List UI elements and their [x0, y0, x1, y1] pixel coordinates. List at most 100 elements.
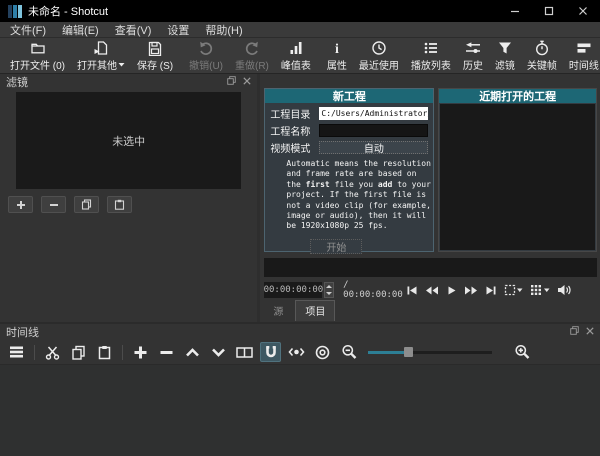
close-panel-icon[interactable] [243, 76, 251, 88]
timecode-spinner[interactable] [324, 282, 334, 298]
start-button[interactable]: 开始 [310, 239, 362, 254]
timeline-menu-button[interactable] [6, 342, 27, 362]
tab-source[interactable]: 源 [264, 301, 292, 321]
add-filter-button[interactable] [8, 196, 33, 213]
properties-button[interactable]: i 属性 [321, 39, 353, 73]
snap-toggle[interactable] [260, 342, 281, 362]
new-project-panel: 新工程 工程目录 C:/Users/Administrator/Videos 工… [264, 88, 434, 252]
ripple-toggle[interactable] [312, 342, 333, 362]
timeline-panel: 时间线 [0, 322, 600, 456]
position-timecode[interactable]: 00:00:00:00 [264, 282, 322, 298]
paste-button[interactable] [94, 342, 115, 362]
skip-to-end-button[interactable] [485, 285, 497, 296]
menubar: 文件(F) 编辑(E) 查看(V) 设置 帮助(H) [0, 22, 600, 38]
new-project-title: 新工程 [265, 89, 433, 103]
close-panel-icon[interactable] [586, 326, 594, 338]
history-icon [465, 40, 481, 56]
append-button[interactable] [130, 342, 151, 362]
filters-button[interactable]: 滤镜 [489, 39, 521, 73]
rewind-button[interactable] [425, 285, 439, 296]
menu-edit[interactable]: 编辑(E) [54, 22, 107, 38]
menu-settings[interactable]: 设置 [159, 22, 197, 38]
open-other-button[interactable]: 打开其他 [71, 39, 131, 73]
filters-empty-state: 未选中 [16, 92, 241, 189]
titlebar: 未命名 - Shotcut [0, 0, 600, 22]
project-name-label: 工程名称 [270, 123, 314, 138]
recent-icon [371, 40, 387, 56]
svg-text:i: i [335, 42, 339, 56]
filters-icon [497, 40, 513, 56]
undo-icon [198, 40, 214, 56]
duration-timecode: 00:00:00:00 [343, 290, 403, 300]
playlist-icon [423, 40, 439, 56]
main-toolbar: 打开文件 (0) 打开其他 保存 (S) 撤销(U) 重做(R) 峰值表 i 属… [0, 38, 600, 74]
float-panel-icon[interactable] [570, 326, 579, 338]
paste-filters-button[interactable] [107, 196, 132, 213]
zoom-out-button[interactable] [338, 342, 359, 362]
keyframes-icon [534, 40, 550, 56]
spin-down-icon[interactable] [325, 290, 333, 297]
minimize-button[interactable] [498, 0, 532, 22]
save-button[interactable]: 保存 (S) [131, 39, 179, 73]
open-other-icon [93, 40, 109, 56]
grid-button[interactable] [530, 284, 550, 296]
project-dir-input[interactable]: C:/Users/Administrator/Videos [319, 107, 428, 120]
float-panel-icon[interactable] [227, 76, 236, 88]
window-title: 未命名 - Shotcut [28, 3, 108, 19]
video-mode-select[interactable]: 自动 [319, 141, 428, 154]
chevron-down-icon [118, 62, 125, 67]
play-button[interactable] [446, 285, 457, 296]
filters-panel-header: 滤镜 [0, 74, 257, 90]
open-file-icon [30, 40, 46, 56]
timeline-tracks-area[interactable] [0, 364, 600, 456]
overwrite-button[interactable] [208, 342, 229, 362]
seek-bar[interactable] [264, 258, 597, 277]
player-area: 新工程 工程目录 C:/Users/Administrator/Videos 工… [260, 74, 600, 322]
menu-file[interactable]: 文件(F) [2, 22, 54, 38]
maximize-button[interactable] [532, 0, 566, 22]
copy-button[interactable] [68, 342, 89, 362]
split-button[interactable] [234, 342, 255, 362]
filters-empty-text: 未选中 [112, 133, 145, 149]
menu-help[interactable]: 帮助(H) [197, 22, 250, 38]
redo-button[interactable]: 重做(R) [229, 39, 275, 73]
fast-forward-button[interactable] [464, 285, 478, 296]
transport-controls: 00:00:00:00 / 00:00:00:00 [264, 280, 597, 300]
timeline-zoom-slider[interactable] [368, 346, 492, 358]
timeline-icon [576, 40, 592, 56]
spin-up-icon[interactable] [325, 283, 333, 290]
properties-icon: i [329, 40, 345, 56]
open-file-button[interactable]: 打开文件 (0) [4, 39, 71, 73]
redo-icon [244, 40, 260, 56]
ripple-delete-button[interactable] [156, 342, 177, 362]
menu-view[interactable]: 查看(V) [107, 22, 160, 38]
undo-button[interactable]: 撤销(U) [183, 39, 229, 73]
history-button[interactable]: 历史 [457, 39, 489, 73]
in-out-region-button[interactable] [504, 284, 523, 296]
new-project-description: Automatic means the resolution and frame… [286, 159, 432, 232]
zoom-slider-handle[interactable] [404, 347, 413, 357]
peak-meter-icon [288, 40, 304, 56]
timeline-toolbar [0, 340, 600, 364]
timeline-panel-header: 时间线 [0, 324, 600, 340]
peak-meter-button[interactable]: 峰值表 [275, 39, 317, 73]
recent-button[interactable]: 最近使用 [353, 39, 405, 73]
timeline-toolbar-separator [122, 345, 123, 360]
close-button[interactable] [566, 0, 600, 22]
timeline-button[interactable]: 时间线 [563, 39, 600, 73]
remove-filter-button[interactable] [41, 196, 66, 213]
keyframes-button[interactable]: 关键帧 [521, 39, 563, 73]
skip-to-start-button[interactable] [406, 285, 418, 296]
cut-button[interactable] [42, 342, 63, 362]
playlist-button[interactable]: 播放列表 [405, 39, 457, 73]
scrub-while-dragging-toggle[interactable] [286, 342, 307, 362]
recent-projects-panel: 近期打开的工程 [438, 88, 597, 252]
lift-button[interactable] [182, 342, 203, 362]
project-name-input[interactable] [319, 124, 428, 137]
recent-projects-list[interactable] [440, 104, 595, 250]
timeline-toolbar-separator [34, 345, 35, 360]
tab-project[interactable]: 项目 [295, 300, 335, 321]
volume-button[interactable] [557, 284, 571, 296]
zoom-in-button[interactable] [511, 342, 532, 362]
copy-filters-button[interactable] [74, 196, 99, 213]
